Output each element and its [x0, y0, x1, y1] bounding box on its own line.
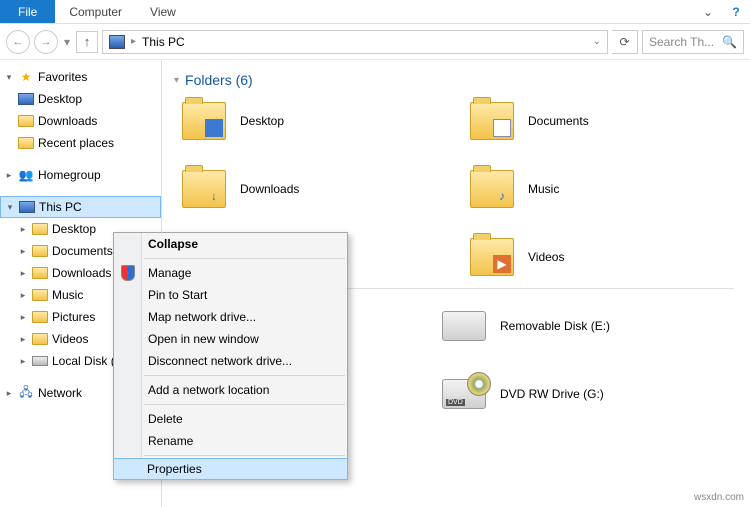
- folder-icon: [182, 102, 226, 140]
- ctx-pin-to-start[interactable]: Pin to Start: [114, 284, 347, 306]
- desktop-icon: [18, 93, 34, 105]
- ctx-separator: [144, 258, 345, 259]
- collapse-icon[interactable]: ▾: [174, 75, 179, 86]
- network-icon: 🖧: [18, 386, 34, 400]
- star-icon: ★: [18, 70, 34, 84]
- folder-icon: [18, 115, 34, 127]
- folder-label: Documents: [528, 114, 589, 128]
- download-overlay-icon: ↓: [205, 187, 223, 205]
- watermark: wsxdn.com: [694, 492, 744, 503]
- ctx-add-network-location[interactable]: Add a network location: [114, 379, 347, 401]
- expand-icon[interactable]: ▸: [18, 268, 28, 279]
- ctx-delete[interactable]: Delete: [114, 408, 347, 430]
- help-icon[interactable]: ?: [722, 0, 750, 23]
- ribbon-expand-icon[interactable]: ⌄: [694, 0, 722, 23]
- folder-desktop[interactable]: Desktop: [182, 98, 450, 144]
- folder-label: Videos: [528, 250, 564, 264]
- shield-icon: [119, 264, 137, 282]
- ctx-open-new-window[interactable]: Open in new window: [114, 328, 347, 350]
- expand-icon[interactable]: ▸: [18, 312, 28, 323]
- folder-icon: [470, 102, 514, 140]
- pc-icon: [109, 35, 125, 49]
- device-removable-disk[interactable]: Removable Disk (E:): [442, 303, 738, 349]
- tree-favorites[interactable]: ▾ ★ Favorites: [0, 66, 161, 88]
- expand-icon[interactable]: ▸: [18, 334, 28, 345]
- device-label: DVD RW Drive (G:): [500, 387, 604, 401]
- ctx-manage[interactable]: Manage: [114, 262, 347, 284]
- folder-icon: [32, 223, 48, 235]
- homegroup-icon: 👥: [18, 168, 34, 182]
- tree-fav-recent[interactable]: Recent places: [0, 132, 161, 154]
- folder-icon: [32, 289, 48, 301]
- ctx-separator: [144, 375, 345, 376]
- expand-icon[interactable]: ▸: [18, 246, 28, 257]
- ctx-disconnect-network-drive[interactable]: Disconnect network drive...: [114, 350, 347, 372]
- collapse-icon[interactable]: ▾: [4, 72, 14, 83]
- folder-icon: ↓: [182, 170, 226, 208]
- ctx-map-network-drive[interactable]: Map network drive...: [114, 306, 347, 328]
- ctx-rename[interactable]: Rename: [114, 430, 347, 452]
- tab-computer[interactable]: Computer: [55, 0, 136, 23]
- folder-icon: [32, 245, 48, 257]
- folder-icon: [32, 333, 48, 345]
- expand-icon[interactable]: ▸: [18, 356, 28, 367]
- expand-icon[interactable]: ▸: [18, 224, 28, 235]
- folder-documents[interactable]: Documents: [470, 98, 738, 144]
- search-icon: 🔍: [722, 35, 737, 49]
- folder-label: Downloads: [240, 182, 299, 196]
- folders-header-label: Folders (6): [185, 72, 253, 88]
- back-button[interactable]: ←: [6, 30, 30, 54]
- file-tab[interactable]: File: [0, 0, 55, 23]
- folder-videos[interactable]: ▶ Videos: [470, 234, 738, 280]
- document-overlay-icon: [493, 119, 511, 137]
- tab-view[interactable]: View: [136, 0, 190, 23]
- tree-fav-desktop[interactable]: Desktop: [0, 88, 161, 110]
- folder-music[interactable]: ♪ Music: [470, 166, 738, 212]
- dvd-drive-icon: DVD: [442, 379, 486, 409]
- search-input[interactable]: Search Th... 🔍: [642, 30, 744, 54]
- device-label: Removable Disk (E:): [500, 319, 610, 333]
- ctx-separator: [144, 404, 345, 405]
- folder-icon: ▶: [470, 238, 514, 276]
- tree-this-pc[interactable]: ▾ This PC: [0, 196, 161, 218]
- expand-icon[interactable]: ▸: [18, 290, 28, 301]
- desktop-overlay-icon: [205, 119, 223, 137]
- dvd-badge: DVD: [446, 399, 465, 406]
- tree-homegroup[interactable]: ▸ 👥 Homegroup: [0, 164, 161, 186]
- address-dropdown-icon[interactable]: ⌄: [593, 36, 601, 47]
- folder-icon: [18, 137, 34, 149]
- folder-icon: [32, 311, 48, 323]
- ribbon: File Computer View ⌄ ?: [0, 0, 750, 24]
- music-overlay-icon: ♪: [493, 187, 511, 205]
- refresh-button[interactable]: ⟳: [612, 30, 638, 54]
- folder-icon: ♪: [470, 170, 514, 208]
- device-dvd-drive[interactable]: DVD DVD RW Drive (G:): [442, 371, 738, 417]
- search-placeholder: Search Th...: [649, 35, 714, 49]
- ctx-separator: [144, 455, 345, 456]
- pc-icon: [19, 201, 35, 213]
- tree-fav-downloads[interactable]: Downloads: [0, 110, 161, 132]
- ctx-collapse[interactable]: Collapse: [114, 233, 347, 255]
- folder-icon: [32, 267, 48, 279]
- address-text: This PC: [142, 35, 185, 49]
- navigation-bar: ← → ▾ ↑ ▸ This PC ⌄ ⟳ Search Th... 🔍: [0, 24, 750, 60]
- collapse-icon[interactable]: ▾: [5, 202, 15, 213]
- folders-section-header[interactable]: ▾ Folders (6): [174, 72, 738, 88]
- ctx-properties[interactable]: Properties: [113, 458, 348, 480]
- folder-label: Music: [528, 182, 559, 196]
- folder-downloads[interactable]: ↓ Downloads: [182, 166, 450, 212]
- disk-icon: [32, 356, 48, 366]
- chevron-right-icon: ▸: [131, 36, 136, 47]
- recent-locations-icon[interactable]: ▾: [62, 35, 72, 49]
- expand-icon[interactable]: ▸: [4, 170, 14, 181]
- up-button[interactable]: ↑: [76, 31, 98, 53]
- videos-overlay-icon: ▶: [493, 255, 511, 273]
- drive-icon: [442, 311, 486, 341]
- forward-button[interactable]: →: [34, 30, 58, 54]
- address-bar[interactable]: ▸ This PC ⌄: [102, 30, 608, 54]
- expand-icon[interactable]: ▸: [4, 388, 14, 399]
- context-menu: Collapse Manage Pin to Start Map network…: [113, 232, 348, 480]
- folder-label: Desktop: [240, 114, 284, 128]
